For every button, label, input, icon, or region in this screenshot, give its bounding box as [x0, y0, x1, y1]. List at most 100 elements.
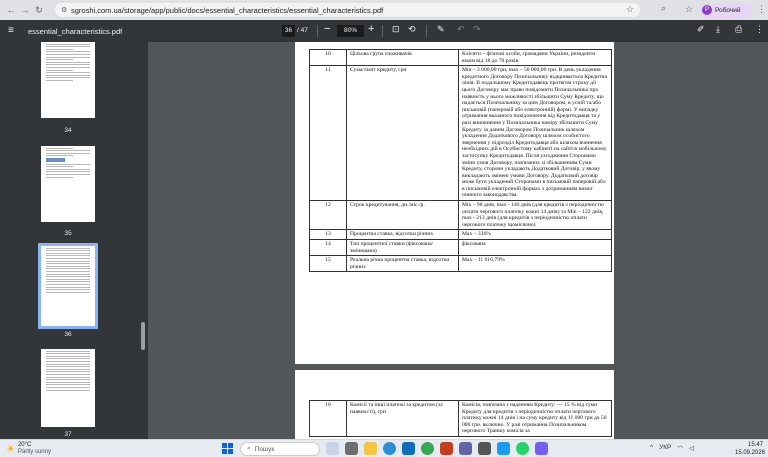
url-text: sgroshi.com.ua/storage/app/public/docs/e… [71, 5, 384, 15]
row-number: 11 [309, 65, 347, 202]
thumbnail-page-37[interactable] [41, 349, 95, 427]
zoom-in-button[interactable]: + [368, 23, 374, 35]
row-number: 12 [309, 200, 347, 231]
tray-chevron-icon[interactable]: ^ [650, 444, 653, 452]
time: 15:47 [747, 442, 763, 448]
thumbnail-label: 35 [64, 230, 72, 237]
teams-icon[interactable] [459, 442, 472, 455]
browser-menu-icon[interactable]: ⋮ [757, 4, 766, 15]
profile-button[interactable]: Р Робочий [700, 3, 752, 17]
weather-text: Partly sunny [17, 449, 51, 455]
temperature: 20°C [17, 442, 32, 448]
thumbnail-page-34[interactable] [41, 42, 95, 118]
address-bar[interactable]: ⚙ sgroshi.com.ua/storage/app/public/docs… [55, 3, 640, 17]
sidebar-scrollbar[interactable] [141, 322, 145, 350]
zoom-icon[interactable]: ⌕ [661, 3, 666, 14]
avatar: Р [702, 5, 712, 15]
date: 15.09.2026 [735, 450, 766, 456]
widgets-app-icon[interactable] [326, 442, 339, 455]
characteristics-table: 16 Комісії та інші платежі за кредитом (… [309, 400, 612, 437]
viber-icon[interactable] [535, 442, 548, 455]
table-row: 13 Процентна ставка, відсотки річних Max… [309, 229, 612, 241]
row-label: Сума/ліміт кредиту, грн [346, 65, 459, 202]
edge-icon[interactable] [383, 442, 396, 455]
menu-icon[interactable]: ≡ [8, 25, 14, 36]
office-icon[interactable] [440, 442, 453, 455]
row-value: Min – 3 000,00 грн, max – 50 000,00 грн.… [458, 65, 612, 202]
page-number-input[interactable]: 36 [282, 25, 295, 37]
back-arrow-icon[interactable]: ← [4, 5, 18, 15]
browser-toolbar: ← → ↻ ⚙ sgroshi.com.ua/storage/app/publi… [0, 0, 768, 20]
chrome-icon[interactable] [421, 442, 434, 455]
profile-name: Робочий [715, 6, 741, 14]
row-value: Клієнти – фізичні особи, громадяни Украї… [458, 48, 612, 67]
volume-icon[interactable]: ◁ [689, 444, 694, 452]
row-label: Процентна ставка, відсотки річних [346, 229, 459, 241]
page-total: / 47 [297, 27, 308, 34]
telegram-icon[interactable] [497, 442, 510, 455]
file-name: essential_characteristics.pdf [28, 27, 123, 36]
row-label: Тип процентної ставки (фіксована/змінюва… [346, 239, 459, 257]
more-options-icon[interactable]: ⋮ [755, 24, 764, 35]
row-label: Строк кредитування, дн./міс./р. [346, 200, 459, 231]
document-viewer[interactable]: 10 Цільова група споживачів Клієнти – фі… [148, 42, 768, 439]
table-row: 12 Строк кредитування, дн./міс./р. Min –… [309, 200, 612, 231]
row-label: Реальна річна процентна ставка, відсотки… [346, 255, 459, 273]
row-value: Комісія, пов'язана з наданням Кредиту: —… [458, 400, 612, 437]
table-row: 11 Сума/ліміт кредиту, грн Min – 3 000,0… [309, 65, 612, 202]
zoom-input[interactable]: 80% [337, 25, 364, 37]
search-icon: ⌕ [247, 445, 251, 452]
terminal-icon[interactable] [478, 442, 491, 455]
divider [382, 25, 383, 37]
pdf-page-37: 16 Комісії та інші платежі за кредитом (… [295, 370, 614, 439]
text-icon[interactable]: ✐ [697, 24, 705, 35]
bookmark-star-icon[interactable]: ☆ [626, 4, 634, 15]
download-icon[interactable]: ⤓ [716, 24, 720, 35]
whatsapp-icon[interactable] [516, 442, 529, 455]
row-number: 10 [309, 48, 347, 67]
task-view-icon[interactable] [345, 442, 358, 455]
row-number: 13 [309, 229, 347, 241]
reload-icon[interactable]: ↻ [32, 5, 46, 16]
search-placeholder: Пошук [254, 445, 275, 453]
undo-icon[interactable]: ↶ [457, 24, 465, 35]
language-indicator[interactable]: УКР [659, 444, 671, 452]
row-number: 16 [309, 400, 347, 437]
fit-page-icon[interactable]: ⊡ [392, 24, 400, 35]
thumbnail-page-36[interactable] [38, 243, 98, 329]
row-value: Min – 98 днів, max - 140 днів (для креди… [458, 200, 612, 231]
rotate-icon[interactable]: ⟲ [408, 24, 416, 35]
annotate-icon[interactable]: ✎ [437, 24, 445, 35]
file-explorer-icon[interactable] [364, 442, 377, 455]
redo-icon[interactable]: ↷ [473, 24, 481, 35]
divider [317, 25, 318, 37]
thumbnail-label: 37 [64, 431, 72, 438]
row-label: Комісії та інші платежі за кредитом (за … [346, 400, 459, 437]
table-row: 16 Комісії та інші платежі за кредитом (… [309, 400, 612, 437]
forward-arrow-icon[interactable]: → [18, 5, 32, 15]
row-value: Max – 11 016,79% [458, 255, 612, 273]
row-label: Цільова група споживачів [346, 48, 459, 67]
row-number: 15 [309, 255, 347, 273]
zoom-out-button[interactable]: − [324, 23, 330, 35]
thumbnail-label: 34 [64, 127, 72, 134]
pdf-page-36: 10 Цільова група споживачів Клієнти – фі… [295, 42, 614, 364]
clock[interactable]: 15:47 15.09.2026 [735, 441, 766, 457]
thumbnail-page-35[interactable] [41, 146, 95, 222]
start-button[interactable] [222, 443, 233, 454]
site-info-icon[interactable]: ⚙ [61, 6, 71, 14]
store-icon[interactable] [402, 442, 415, 455]
divider [426, 25, 427, 37]
print-icon[interactable]: ⎙ [735, 24, 742, 35]
weather-widget[interactable]: ☀ 20°C Partly sunny [6, 442, 51, 456]
wifi-icon[interactable]: ◠ [677, 444, 683, 452]
taskbar: ☀ 20°C Partly sunny ⌕ Пошук ^ УКР ◠ ◁ 15… [0, 439, 768, 457]
row-value: Max – 336% [458, 229, 612, 241]
thumbnail-label: 36 [64, 331, 72, 338]
characteristics-table: 10 Цільова група споживачів Клієнти – фі… [309, 48, 612, 273]
row-number: 14 [309, 239, 347, 257]
table-row: 15 Реальна річна процентна ставка, відсо… [309, 255, 612, 273]
taskbar-search[interactable]: ⌕ Пошук [240, 442, 320, 456]
extensions-icon[interactable]: ☆ [682, 4, 696, 15]
table-row: 14 Тип процентної ставки (фіксована/змін… [309, 239, 612, 257]
